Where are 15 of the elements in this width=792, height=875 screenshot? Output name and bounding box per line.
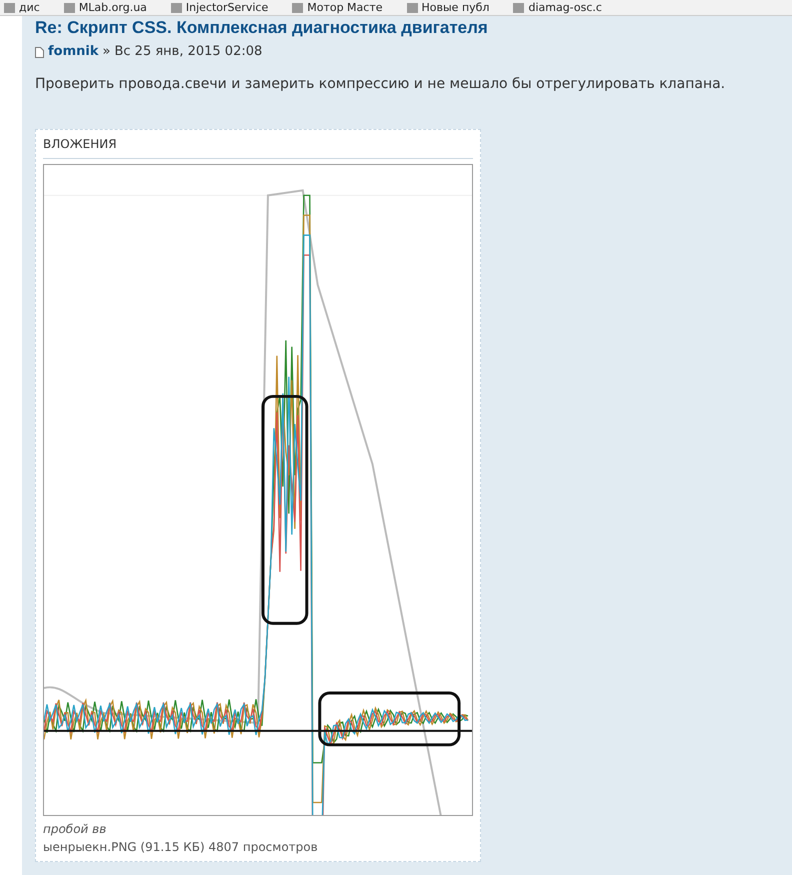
separator: »	[102, 43, 110, 62]
bookmark[interactable]: Мотор Масте	[292, 0, 383, 15]
attachment-comment: пробой вв	[43, 820, 108, 838]
bookmark[interactable]: диc	[4, 0, 40, 15]
attachments-heading: ВЛОЖЕНИЯ	[43, 134, 473, 159]
bookmark[interactable]: diamag-osc.c	[513, 0, 602, 15]
bookmark[interactable]: Новые публ	[406, 0, 490, 15]
post-title[interactable]: Re: Скрипт CSS. Комплексная диагностика двигателя	[35, 18, 779, 38]
bookmark[interactable]: InjectorService	[170, 0, 268, 15]
bookmark[interactable]: MLab.org.ua	[64, 0, 147, 15]
attachment-file-info: ыенрыекн.PNG (91.15 КБ) 4807 просмотров	[43, 838, 319, 856]
post-date: Вс 25 янв, 2015 02:08	[114, 43, 262, 62]
author-link[interactable]: fomnik	[48, 42, 98, 62]
document-icon	[35, 46, 44, 58]
post-body: Проверить провода.свечи и замерить компрессию и не мешало бы отрегулировать клапана.	[35, 74, 726, 94]
